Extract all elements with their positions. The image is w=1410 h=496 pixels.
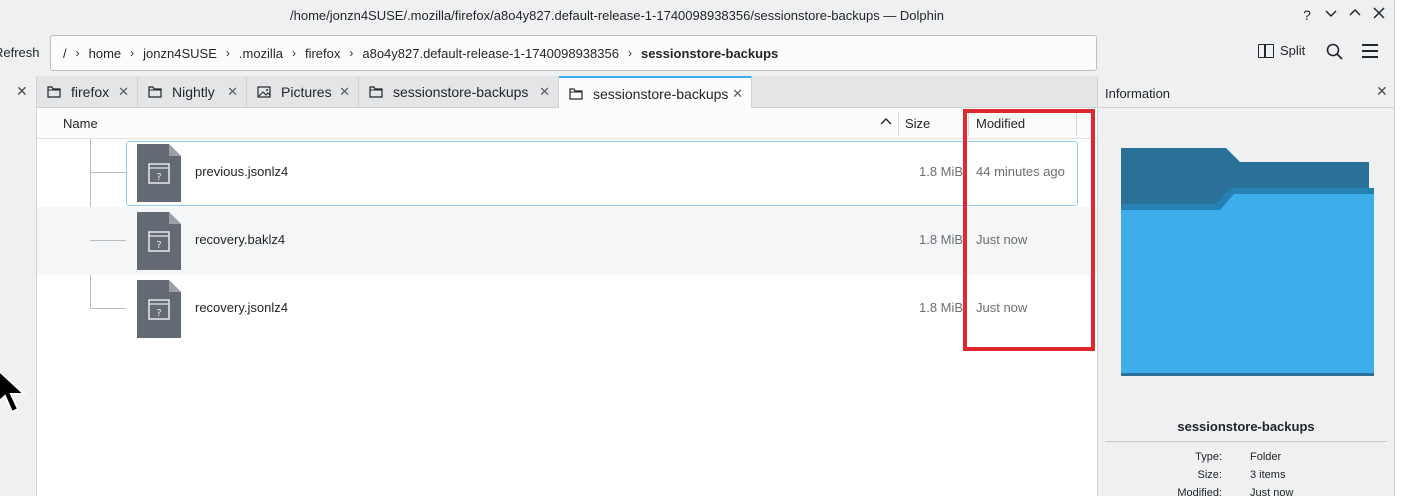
sort-ascending-icon[interactable] — [880, 115, 892, 130]
column-header-row: Name Size Modified — [37, 108, 1097, 139]
tab-label: Nightly — [172, 84, 215, 100]
minimize-icon[interactable] — [1322, 6, 1340, 24]
breadcrumb[interactable]: / › home › jonzn4SUSE › .mozilla › firef… — [50, 35, 1097, 71]
tree-line — [90, 172, 126, 173]
search-icon[interactable] — [1326, 43, 1344, 61]
table-row[interactable]: ? recovery.jsonlz4 1.8 MiB Just now — [37, 275, 1097, 343]
breadcrumb-home[interactable]: home — [87, 46, 124, 61]
background-strip — [1394, 0, 1410, 496]
tab-pictures[interactable]: Pictures ✕ — [247, 76, 359, 108]
folder-icon — [47, 86, 61, 98]
meta-modified-label: Modified: — [1177, 487, 1222, 496]
refresh-button[interactable]: Refresh — [0, 45, 40, 60]
close-panel-icon[interactable]: ✕ — [1376, 83, 1388, 100]
tab-label: firefox — [71, 84, 110, 100]
meta-modified-value: Just now — [1250, 487, 1294, 496]
file-view[interactable]: Name Size Modified ? previous.jsonlz4 1.… — [37, 108, 1097, 496]
panel-title: Information — [1105, 86, 1171, 101]
chevron-right-icon: › — [130, 46, 135, 60]
help-icon[interactable]: ? — [1298, 6, 1316, 24]
meta-type-label: Type: — [1195, 451, 1222, 463]
window-title: /home/jonzn4SUSE/.mozilla/firefox/a8o4y8… — [290, 8, 944, 23]
close-tab-icon[interactable]: ✕ — [732, 86, 743, 102]
column-divider[interactable] — [898, 112, 899, 136]
folder-preview-icon — [1121, 148, 1374, 376]
close-window-icon[interactable] — [1370, 6, 1388, 24]
unknown-file-icon: ? — [137, 212, 181, 270]
folder-icon — [569, 87, 583, 100]
tab-firefox[interactable]: firefox ✕ — [37, 76, 138, 108]
meta-size-label: Size: — [1197, 469, 1222, 481]
places-panel: ✕ — [0, 76, 37, 496]
close-panel-icon[interactable]: ✕ — [16, 83, 28, 100]
file-size: 1.8 MiB — [919, 300, 964, 315]
chevron-right-icon: › — [225, 46, 230, 60]
chevron-right-icon: › — [291, 46, 296, 60]
chevron-right-icon: › — [349, 46, 354, 60]
close-tab-icon[interactable]: ✕ — [227, 84, 238, 100]
title-bar: /home/jonzn4SUSE/.mozilla/firefox/a8o4y8… — [0, 0, 1394, 30]
split-button[interactable]: Split — [1258, 43, 1305, 58]
image-folder-icon — [257, 86, 271, 98]
tab-bar: firefox ✕ Nightly ✕ Pictures ✕ sessionst… — [37, 76, 1097, 109]
breadcrumb-user[interactable]: jonzn4SUSE — [141, 46, 219, 61]
file-name: recovery.baklz4 — [195, 232, 286, 247]
breadcrumb-firefox[interactable]: firefox — [303, 46, 342, 61]
split-view-icon — [1258, 43, 1274, 58]
folder-icon — [148, 86, 162, 98]
annotation-highlight-box — [963, 109, 1095, 351]
divider — [1105, 441, 1387, 442]
selected-item-name: sessionstore-backups — [1177, 419, 1315, 434]
tab-sessionstore-backups-active[interactable]: sessionstore-backups ✕ — [559, 76, 752, 109]
close-tab-icon[interactable]: ✕ — [118, 84, 129, 100]
meta-type-value: Folder — [1250, 451, 1282, 463]
selection-outline — [126, 141, 1078, 206]
close-tab-icon[interactable]: ✕ — [539, 84, 550, 100]
chevron-right-icon: › — [75, 46, 80, 60]
folder-icon — [369, 86, 383, 98]
hamburger-menu-icon[interactable] — [1362, 44, 1378, 60]
breadcrumb-profile[interactable]: a8o4y827.default-release-1-1740098938356 — [360, 46, 621, 61]
tab-label: sessionstore-backups — [593, 85, 729, 102]
svg-text:?: ? — [156, 240, 161, 251]
information-panel: Information ✕ sessionstore-backups Type:… — [1097, 76, 1394, 496]
column-header-size[interactable]: Size — [905, 116, 930, 131]
chevron-right-icon: › — [627, 46, 632, 60]
tab-label: Pictures — [281, 84, 332, 100]
tab-sessionstore-backups-1[interactable]: sessionstore-backups ✕ — [359, 76, 559, 108]
divider — [1098, 107, 1394, 108]
unknown-file-icon: ? — [137, 280, 181, 338]
tab-label: sessionstore-backups — [393, 84, 529, 100]
tree-line — [90, 308, 126, 309]
table-row[interactable]: ? recovery.baklz4 1.8 MiB Just now — [37, 207, 1097, 275]
meta-size-value: 3 items — [1250, 469, 1286, 481]
tab-nightly[interactable]: Nightly ✕ — [138, 76, 247, 108]
file-size: 1.8 MiB — [919, 232, 964, 247]
tree-line — [90, 240, 126, 241]
dolphin-window: /home/jonzn4SUSE/.mozilla/firefox/a8o4y8… — [0, 0, 1394, 496]
file-name: recovery.jsonlz4 — [195, 300, 288, 315]
column-header-name[interactable]: Name — [63, 116, 98, 131]
breadcrumb-current[interactable]: sessionstore-backups — [639, 46, 780, 61]
svg-text:?: ? — [156, 308, 161, 319]
close-tab-icon[interactable]: ✕ — [339, 84, 350, 100]
toolbar: Refresh / › home › jonzn4SUSE › .mozilla… — [0, 30, 1394, 76]
maximize-icon[interactable] — [1346, 6, 1364, 24]
mouse-cursor-icon — [0, 366, 28, 419]
breadcrumb-mozilla[interactable]: .mozilla — [237, 46, 285, 61]
split-label: Split — [1280, 43, 1306, 58]
breadcrumb-root[interactable]: / — [61, 46, 69, 61]
